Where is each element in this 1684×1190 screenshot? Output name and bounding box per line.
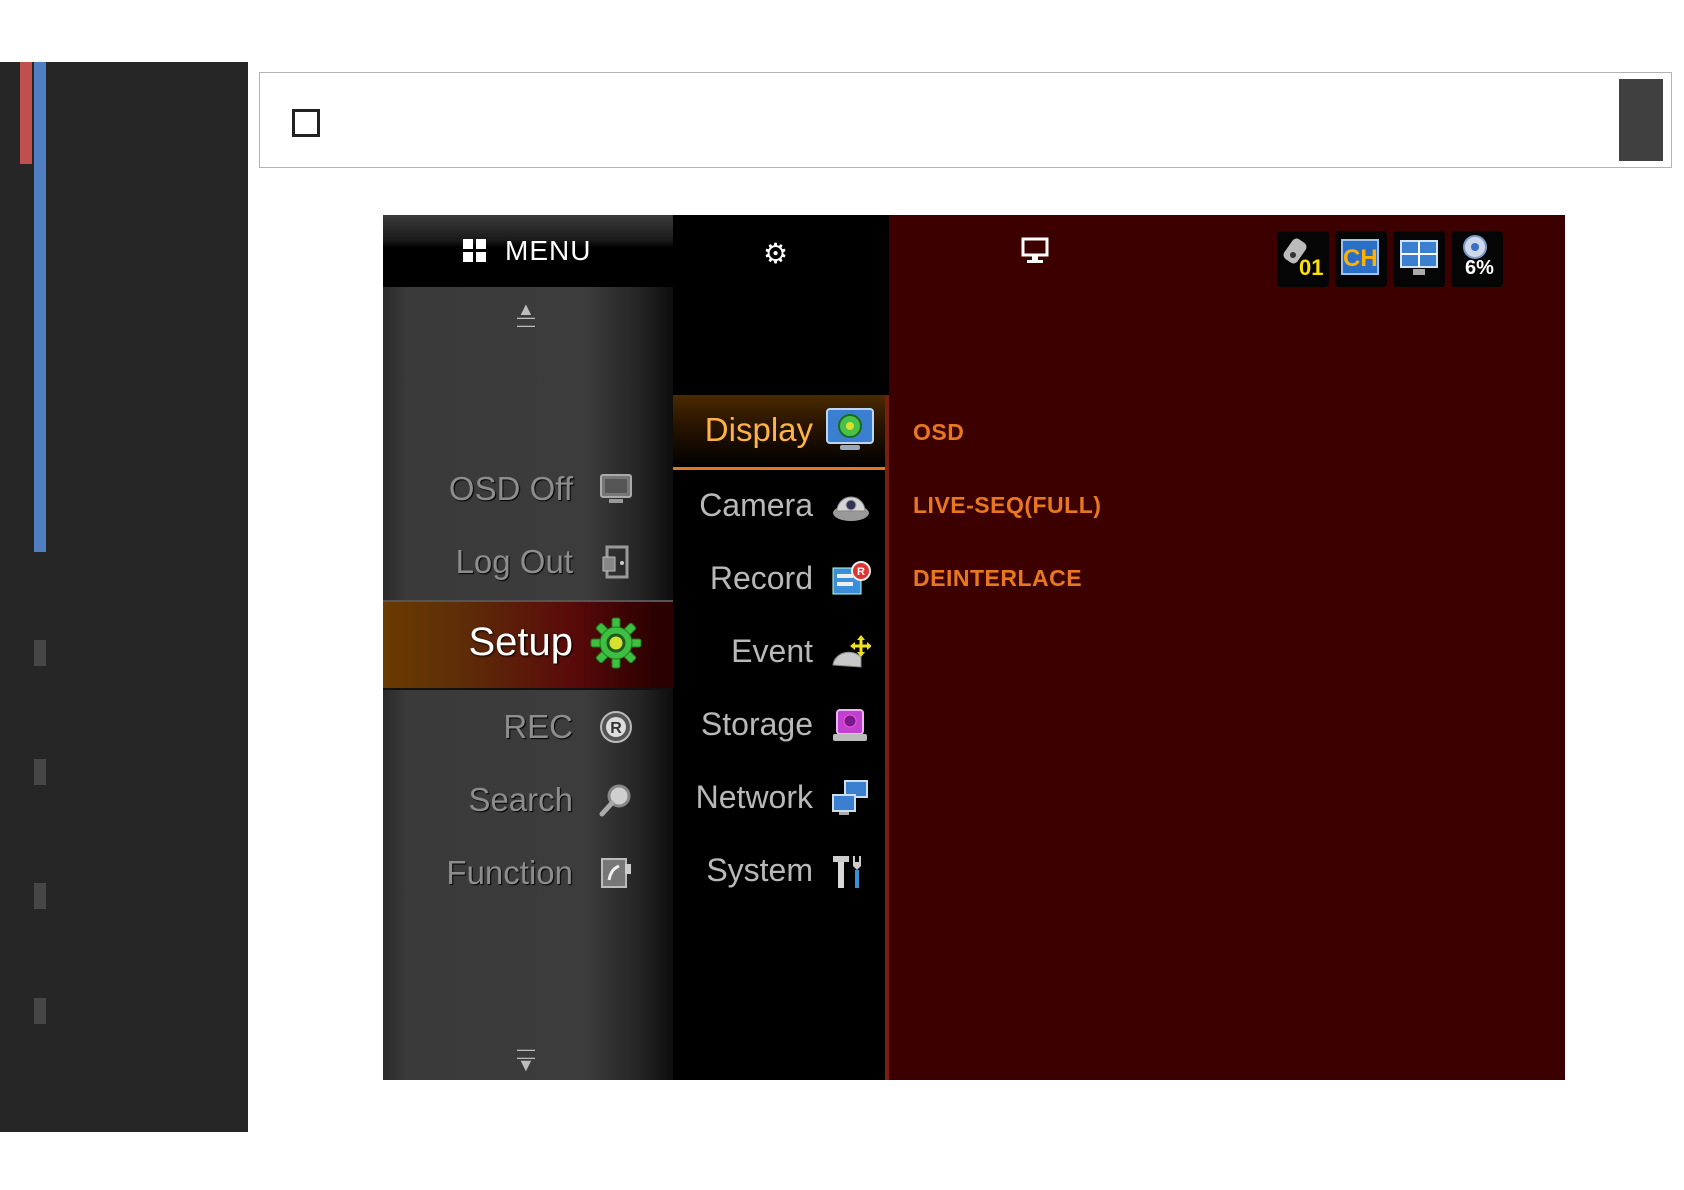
- disk-usage-text: 6%: [1465, 257, 1494, 279]
- menu-item-function[interactable]: Function: [383, 844, 673, 904]
- svg-text:R: R: [610, 720, 622, 737]
- channel-text: CH: [1343, 245, 1378, 272]
- menu-item-rec[interactable]: REC R: [383, 698, 673, 758]
- menu-item-osd-off[interactable]: OSD Off: [383, 460, 673, 520]
- logout-door-icon: [602, 545, 629, 579]
- display-option-deinterlace[interactable]: DEINTERLACE: [913, 565, 1082, 592]
- scroll-up-icon[interactable]: ▲ — —: [517, 300, 535, 334]
- menu-item-label: Function: [446, 854, 573, 891]
- submenu-item-event[interactable]: Event: [673, 623, 885, 683]
- svg-text:R: R: [857, 566, 865, 578]
- submenu-item-storage[interactable]: Storage: [673, 696, 885, 756]
- panel-marker: [34, 998, 46, 1024]
- top-toolbar: [259, 72, 1672, 168]
- magnifier-icon: [599, 784, 631, 817]
- storage-icon: [833, 709, 867, 741]
- submenu-item-label: Storage: [700, 706, 813, 742]
- monitor-icon: [1021, 237, 1049, 263]
- display-options-panel: 01 CH 6% OSD LIVE-SEQ(FULL) DEINTERLACE: [889, 215, 1565, 1080]
- monitor-icon: [600, 474, 632, 503]
- checkbox[interactable]: [292, 109, 320, 137]
- channel-icon: CH: [1335, 231, 1387, 287]
- left-panel: [0, 62, 248, 1132]
- submenu-item-display[interactable]: Display: [673, 395, 885, 470]
- display-option-live-seq[interactable]: LIVE-SEQ(FULL): [913, 492, 1101, 519]
- camera-dome-icon: [833, 496, 869, 521]
- panel-marker: [34, 640, 46, 666]
- display-option-osd[interactable]: OSD: [913, 419, 964, 446]
- event-icon: [832, 635, 871, 668]
- submenu-item-label: Display: [704, 411, 813, 448]
- submenu-item-system[interactable]: System: [673, 842, 885, 902]
- menu-item-setup[interactable]: Setup: [383, 600, 673, 690]
- system-tools-icon: [833, 856, 861, 888]
- submenu-item-network[interactable]: Network: [673, 769, 885, 829]
- network-icon: [832, 780, 868, 815]
- camera-number-icon: 01: [1277, 231, 1329, 287]
- submenu-item-camera[interactable]: Camera: [673, 477, 885, 537]
- submenu-item-label: System: [706, 852, 813, 888]
- menu-title: MENU: [505, 235, 592, 266]
- toolbar-scroll-handle[interactable]: [1619, 79, 1663, 161]
- record-settings-icon: R: [832, 561, 871, 595]
- panel-marker: [34, 759, 46, 785]
- submenu-item-label: Record: [709, 560, 813, 596]
- menu-item-label: REC: [503, 708, 573, 745]
- function-icon: [601, 858, 631, 888]
- menu-item-label: Log Out: [455, 543, 573, 580]
- menu-item-label: OSD Off: [448, 470, 573, 507]
- record-r-icon: R: [600, 711, 632, 743]
- submenu-item-label: Event: [731, 633, 813, 669]
- submenu-item-record[interactable]: Record R: [673, 550, 885, 610]
- menu-item-label: Setup: [468, 620, 573, 664]
- submenu-item-label: Network: [695, 779, 813, 815]
- menu-header: MENU: [383, 215, 673, 287]
- status-icon-bar: 01 CH 6%: [1277, 231, 1507, 289]
- menu-grid-icon: [463, 239, 487, 263]
- panel-marker: [34, 883, 46, 909]
- menu-item-log-out[interactable]: Log Out: [383, 533, 673, 593]
- blue-indicator-bar: [34, 62, 46, 552]
- dvr-screen: MENU ▲ — — OSD Off Log Out Setup REC R S…: [383, 215, 1565, 1080]
- submenu-item-label: Camera: [699, 487, 813, 523]
- setup-submenu-panel: ⚙ Display Camera Record R Event Storage …: [673, 215, 885, 1080]
- menu-item-search[interactable]: Search: [383, 771, 673, 831]
- scroll-down-icon[interactable]: — — ▼: [517, 1040, 535, 1074]
- main-menu-panel: MENU ▲ — — OSD Off Log Out Setup REC R S…: [383, 215, 673, 1080]
- red-indicator-bar: [20, 62, 32, 164]
- disk-usage-icon: 6%: [1451, 231, 1503, 287]
- camera-number-text: 01: [1299, 255, 1324, 280]
- display-settings-icon: [826, 408, 874, 450]
- settings-gear-icon: ⚙: [763, 238, 789, 269]
- split-screen-icon: [1393, 231, 1445, 287]
- gear-icon: [590, 617, 642, 669]
- menu-item-label: Search: [468, 781, 573, 818]
